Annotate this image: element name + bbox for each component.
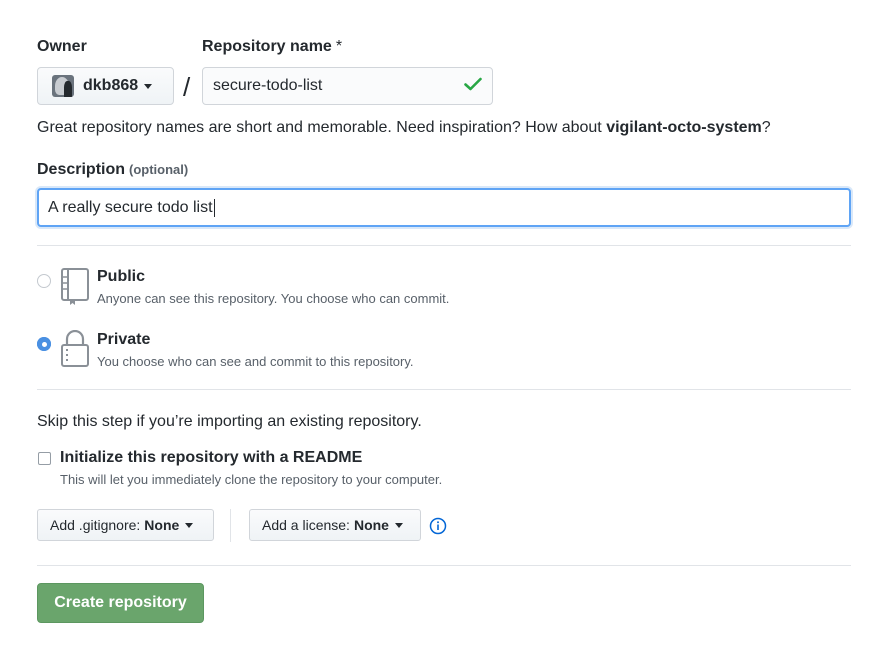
visibility-private-subtitle: You choose who can see and commit to thi… — [97, 354, 414, 369]
chevron-down-icon — [394, 522, 403, 528]
gitignore-value: None — [144, 517, 180, 533]
check-icon — [464, 77, 482, 96]
repo-icon — [60, 268, 90, 311]
info-icon[interactable] — [429, 517, 447, 540]
gitignore-label: Add .gitignore: — [50, 517, 141, 533]
license-dropdown[interactable]: Add a license: None — [249, 509, 421, 541]
description-label-text: Description — [37, 161, 126, 178]
visibility-public-subtitle: Anyone can see this repository. You choo… — [97, 291, 450, 306]
repository-name-label-text: Repository name — [202, 38, 332, 55]
skip-step-text: Skip this step if you’re importing an ex… — [37, 413, 422, 430]
lock-icon — [60, 329, 90, 373]
help-text: Great repository names are short and mem… — [37, 119, 607, 136]
divider — [37, 389, 851, 390]
divider — [37, 245, 851, 246]
create-repository-button[interactable]: Create repository — [37, 583, 204, 623]
visibility-public-title: Public — [97, 268, 146, 285]
required-mark: * — [335, 38, 343, 55]
gitignore-dropdown[interactable]: Add .gitignore: None — [37, 509, 214, 541]
license-value: None — [353, 517, 389, 533]
description-label: Description (optional) — [37, 161, 188, 179]
owner-name: dkb868 — [83, 77, 139, 94]
repository-name-help: Great repository names are short and mem… — [37, 119, 771, 137]
readme-checkbox[interactable] — [38, 452, 51, 465]
description-value: A really secure todo list — [48, 198, 213, 216]
chevron-down-icon — [144, 83, 153, 89]
repository-name-value: secure-todo-list — [213, 77, 323, 94]
owner-repo-separator: / — [183, 72, 191, 102]
divider — [37, 565, 851, 566]
name-suggestion[interactable]: vigilant-octo-system — [606, 119, 762, 136]
text-cursor — [213, 198, 215, 217]
visibility-public-radio[interactable] — [37, 274, 51, 288]
owner-label: Owner — [37, 38, 87, 55]
license-label: Add a license: — [262, 517, 350, 533]
description-input[interactable]: A really secure todo list — [37, 188, 851, 227]
help-suffix: ? — [761, 119, 771, 136]
avatar — [52, 75, 74, 97]
repository-name-label: Repository name * — [202, 38, 342, 56]
chevron-down-icon — [185, 522, 194, 528]
owner-dropdown[interactable]: dkb868 — [37, 67, 174, 105]
visibility-private-title: Private — [97, 331, 151, 348]
readme-label[interactable]: Initialize this repository with a README — [60, 449, 362, 467]
optional-hint: (optional) — [129, 162, 189, 177]
readme-subtitle: This will let you immediately clone the … — [60, 472, 443, 487]
visibility-private-radio[interactable] — [37, 337, 51, 351]
repository-name-input[interactable]: secure-todo-list — [202, 67, 493, 105]
divider — [230, 509, 231, 542]
